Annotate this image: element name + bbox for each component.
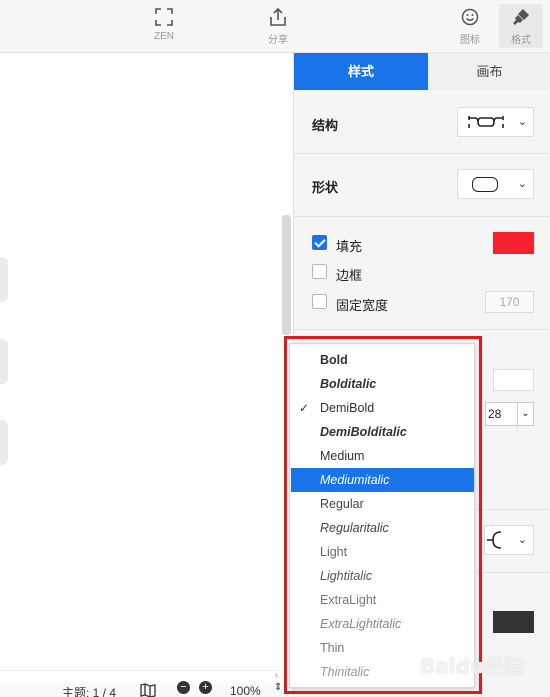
watermark: Baidu经验 bbox=[420, 654, 525, 678]
status-bar: 主题: 1 / 4 − + 100% ⇕ bbox=[0, 681, 293, 697]
horizontal-scrollbar[interactable]: › bbox=[0, 670, 280, 682]
chevron-down-icon: ⌄ bbox=[517, 178, 527, 190]
chevron-down-icon: ⌄ bbox=[517, 116, 527, 128]
line-color-swatch[interactable] bbox=[493, 611, 534, 633]
node-edge[interactable] bbox=[0, 420, 8, 465]
share-button[interactable]: 分享 bbox=[256, 4, 300, 48]
zen-button[interactable]: ZEN bbox=[142, 4, 186, 48]
font-size-value: 28 bbox=[488, 407, 502, 421]
tab-canvas[interactable]: 画布 bbox=[428, 53, 550, 90]
structure-label: 结构 bbox=[312, 118, 339, 133]
line-style-dropdown[interactable]: ⌄ bbox=[484, 525, 534, 555]
fixed-width-label: 固定宽度 bbox=[336, 298, 389, 313]
fill-color-swatch[interactable] bbox=[493, 232, 534, 254]
rounded-rect-shape-icon bbox=[472, 177, 498, 192]
share-icon bbox=[270, 7, 286, 26]
mindmap-canvas[interactable]: › bbox=[0, 53, 293, 697]
node-edge[interactable] bbox=[0, 257, 8, 302]
smiley-icon bbox=[461, 8, 479, 26]
top-toolbar: ZEN 分享 图标 格式 bbox=[0, 0, 550, 53]
format-label: 格式 bbox=[511, 35, 531, 46]
theme-counter: 主题: 1 / 4 bbox=[62, 686, 117, 697]
branch-curve-icon bbox=[487, 531, 502, 549]
panel-tabs: 样式 画布 bbox=[294, 53, 550, 90]
fill-label: 填充 bbox=[336, 239, 363, 254]
fixed-width-input[interactable]: 170 bbox=[485, 291, 534, 313]
share-label: 分享 bbox=[268, 35, 288, 46]
border-label: 边框 bbox=[336, 268, 363, 283]
shape-dropdown[interactable]: ⌄ bbox=[457, 169, 534, 199]
zoom-out-button[interactable]: − bbox=[177, 681, 190, 694]
paintbrush-icon bbox=[513, 9, 529, 25]
font-color-swatch[interactable] bbox=[493, 369, 534, 391]
zen-label: ZEN bbox=[154, 31, 174, 42]
map-icon[interactable] bbox=[140, 683, 156, 697]
format-button[interactable]: 格式 bbox=[499, 4, 543, 48]
chevron-down-icon: ⌄ bbox=[517, 403, 533, 425]
icon-label: 图标 bbox=[460, 35, 480, 46]
highlight-annotation-frame bbox=[284, 336, 482, 694]
vertical-scrollbar[interactable] bbox=[282, 215, 291, 335]
border-checkbox[interactable] bbox=[312, 264, 327, 279]
font-size-select[interactable]: 28 ⌄ bbox=[485, 402, 534, 426]
icon-button[interactable]: 图标 bbox=[448, 4, 492, 48]
shape-label: 形状 bbox=[312, 180, 339, 195]
structure-dropdown[interactable]: ⌄ bbox=[457, 107, 534, 137]
zoom-stepper-icon[interactable]: ⇕ bbox=[274, 682, 282, 693]
fixed-width-checkbox[interactable] bbox=[312, 294, 327, 309]
tab-style[interactable]: 样式 bbox=[294, 53, 428, 90]
zoom-in-button[interactable]: + bbox=[199, 681, 212, 694]
node-edge[interactable] bbox=[0, 339, 8, 384]
fill-checkbox[interactable] bbox=[312, 235, 327, 250]
chevron-down-icon: ⌄ bbox=[517, 534, 527, 546]
structure-icon bbox=[468, 116, 504, 128]
scroll-right-icon[interactable]: › bbox=[275, 670, 278, 681]
fullscreen-icon bbox=[155, 8, 173, 26]
zoom-level: 100% bbox=[230, 684, 261, 697]
